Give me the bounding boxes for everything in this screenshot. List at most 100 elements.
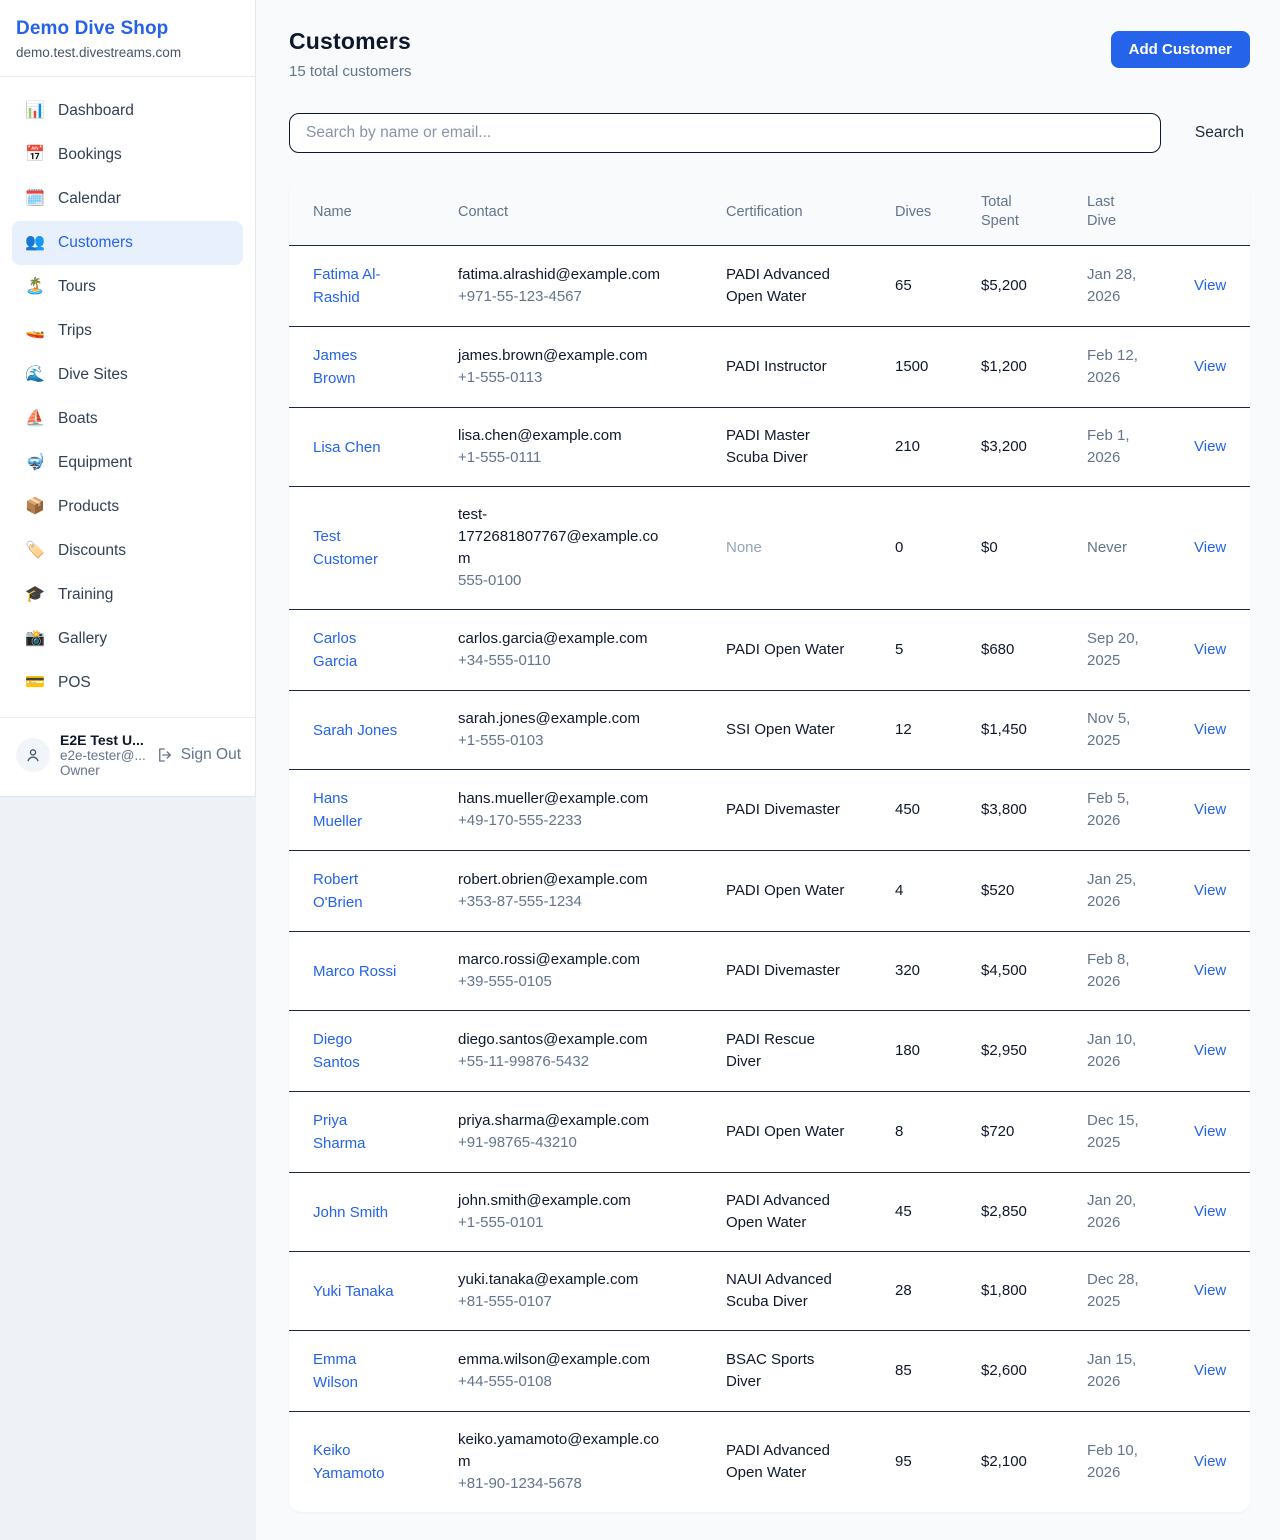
view-customer-link[interactable]: View [1194, 1362, 1226, 1379]
shop-name[interactable]: Demo Dive Shop [16, 18, 239, 40]
customer-phone: 555-0100 [458, 570, 716, 592]
customer-total-spent: $1,200 [981, 327, 1087, 408]
customer-email: yuki.tanaka@example.com [458, 1269, 663, 1291]
table-row: Yuki Tanaka yuki.tanaka@example.com +81-… [289, 1252, 1250, 1331]
sidebar-item-products[interactable]: 📦 Products [12, 485, 243, 529]
view-customer-link[interactable]: View [1194, 1453, 1226, 1470]
customer-last-dive: Sep 20, 2025 [1087, 628, 1145, 672]
view-customer-link[interactable]: View [1194, 962, 1226, 979]
view-customer-link[interactable]: View [1194, 1282, 1226, 1299]
table-row: James Brown james.brown@example.com +1-5… [289, 327, 1250, 408]
view-customer-link[interactable]: View [1194, 1203, 1226, 1220]
customer-name-link[interactable]: James Brown [313, 344, 399, 390]
customer-name-link[interactable]: Test Customer [313, 525, 399, 571]
customer-name-link[interactable]: Keiko Yamamoto [313, 1439, 399, 1485]
view-customer-link[interactable]: View [1194, 801, 1226, 818]
search-button[interactable]: Search [1179, 116, 1250, 150]
view-customer-link[interactable]: View [1194, 641, 1226, 658]
sidebar-item-bookings[interactable]: 📅 Bookings [12, 133, 243, 177]
customer-certification: SSI Open Water [726, 719, 835, 741]
customer-last-dive: Jan 15, 2026 [1087, 1349, 1145, 1393]
view-customer-link[interactable]: View [1194, 882, 1226, 899]
customer-email: fatima.alrashid@example.com [458, 264, 663, 286]
sidebar-item-dive-sites[interactable]: 🌊 Dive Sites [12, 353, 243, 397]
view-customer-link[interactable]: View [1194, 358, 1226, 375]
customer-phone: +1-555-0111 [458, 447, 716, 469]
customer-email: keiko.yamamoto@example.com [458, 1429, 663, 1473]
sidebar-item-tours[interactable]: 🏝️ Tours [12, 265, 243, 309]
customer-certification: PADI Advanced Open Water [726, 1440, 846, 1484]
customer-name-link[interactable]: Sarah Jones [313, 719, 397, 742]
sidebar-item-training[interactable]: 🎓 Training [12, 573, 243, 617]
customer-name-link[interactable]: Yuki Tanaka [313, 1280, 394, 1303]
view-customer-link[interactable]: View [1194, 721, 1226, 738]
page-title: Customers [289, 28, 412, 55]
table-row: Test Customer test-1772681807767@example… [289, 487, 1250, 610]
customer-dives: 45 [895, 1173, 981, 1252]
user-email: e2e-tester@... [60, 748, 146, 763]
customer-total-spent: $2,100 [981, 1412, 1087, 1513]
customer-dives: 85 [895, 1331, 981, 1412]
customer-phone: +971-55-123-4567 [458, 286, 716, 308]
customer-name-link[interactable]: Marco Rossi [313, 960, 396, 983]
customer-email: james.brown@example.com [458, 345, 663, 367]
sidebar-item-customers[interactable]: 👥 Customers [12, 221, 243, 265]
tours-icon: 🏝️ [24, 275, 46, 299]
customer-last-dive: Feb 1, 2026 [1087, 425, 1145, 469]
customer-name-link[interactable]: Emma Wilson [313, 1348, 399, 1394]
customer-total-spent: $1,800 [981, 1252, 1087, 1331]
customer-name-link[interactable]: Lisa Chen [313, 436, 381, 459]
view-customer-link[interactable]: View [1194, 438, 1226, 455]
customer-total-spent: $520 [981, 851, 1087, 932]
training-icon: 🎓 [24, 583, 46, 607]
boats-icon: ⛵ [24, 407, 46, 431]
sidebar-item-calendar[interactable]: 🗓️ Calendar [12, 177, 243, 221]
sidebar-item-trips[interactable]: 🚤 Trips [12, 309, 243, 353]
sidebar-user-section: E2E Test U... e2e-tester@... Owner Sign … [0, 717, 255, 796]
search-row: Search [289, 113, 1250, 153]
sidebar-item-dashboard[interactable]: 📊 Dashboard [12, 89, 243, 133]
sidebar-column: Demo Dive Shop demo.test.divestreams.com… [0, 0, 256, 1540]
view-customer-link[interactable]: View [1194, 1042, 1226, 1059]
customers-table: NameContactCertificationDivesTotal Spent… [289, 179, 1250, 1512]
customer-phone: +49-170-555-2233 [458, 810, 716, 832]
customer-certification: PADI Open Water [726, 880, 844, 902]
customer-name-link[interactable]: Priya Sharma [313, 1109, 399, 1155]
customer-last-dive: Feb 10, 2026 [1087, 1440, 1145, 1484]
customer-name-link[interactable]: John Smith [313, 1201, 388, 1224]
sidebar-item-equipment[interactable]: 🤿 Equipment [12, 441, 243, 485]
gallery-icon: 📸 [24, 627, 46, 651]
sidebar-item-discounts[interactable]: 🏷️ Discounts [12, 529, 243, 573]
customer-phone: +1-555-0103 [458, 730, 716, 752]
table-row: Diego Santos diego.santos@example.com +5… [289, 1011, 1250, 1092]
customer-certification: PADI Open Water [726, 639, 844, 661]
customer-dives: 1500 [895, 327, 981, 408]
table-header: NameContactCertificationDivesTotal Spent… [289, 179, 1250, 246]
customer-name-link[interactable]: Diego Santos [313, 1028, 399, 1074]
view-customer-link[interactable]: View [1194, 539, 1226, 556]
customer-name-link[interactable]: Fatima Al-Rashid [313, 263, 399, 309]
customer-name-link[interactable]: Carlos Garcia [313, 627, 399, 673]
customer-name-link[interactable]: Robert O'Brien [313, 868, 399, 914]
column-header-last-dive: Last Dive [1087, 179, 1194, 246]
sign-out-button[interactable]: Sign Out [156, 746, 241, 764]
customer-total-spent: $5,200 [981, 246, 1087, 327]
add-customer-button[interactable]: Add Customer [1111, 31, 1250, 68]
sidebar: Demo Dive Shop demo.test.divestreams.com… [0, 0, 256, 797]
bookings-icon: 📅 [24, 143, 46, 167]
sidebar-item-boats[interactable]: ⛵ Boats [12, 397, 243, 441]
calendar-icon: 🗓️ [24, 187, 46, 211]
customer-last-dive: Feb 5, 2026 [1087, 788, 1145, 832]
search-input[interactable] [289, 113, 1161, 153]
customer-name-link[interactable]: Hans Mueller [313, 787, 399, 833]
view-customer-link[interactable]: View [1194, 1123, 1226, 1140]
customer-email: john.smith@example.com [458, 1190, 663, 1212]
sign-out-label: Sign Out [181, 746, 241, 764]
sidebar-item-gallery[interactable]: 📸 Gallery [12, 617, 243, 661]
customer-phone: +353-87-555-1234 [458, 891, 716, 913]
main-content: Customers 15 total customers Add Custome… [256, 0, 1280, 1540]
table-row: Priya Sharma priya.sharma@example.com +9… [289, 1092, 1250, 1173]
sidebar-item-pos[interactable]: 💳 POS [12, 661, 243, 705]
view-customer-link[interactable]: View [1194, 277, 1226, 294]
table-row: Keiko Yamamoto keiko.yamamoto@example.co… [289, 1412, 1250, 1513]
